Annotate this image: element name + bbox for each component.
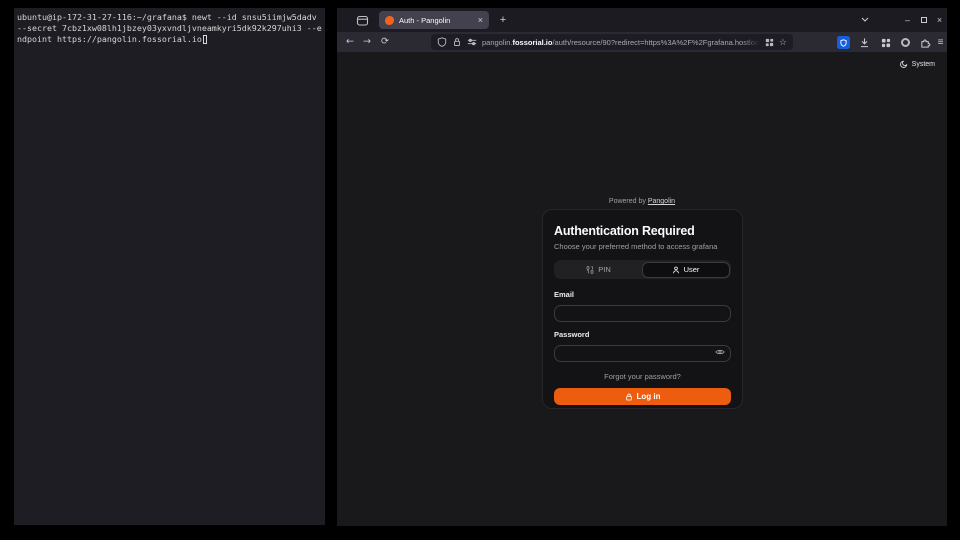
tab-user-label: User [684,265,700,274]
maximize-icon [921,17,927,23]
url-fade [742,38,760,47]
downloads-icon[interactable] [858,36,871,49]
extensions-grid-icon[interactable] [879,36,892,49]
url-text: pangolin.fossorial.io/auth/resource/90?r… [482,38,760,47]
forgot-password-link[interactable]: Forgot your password? [554,372,731,381]
tracking-protection-shield-icon[interactable] [437,37,447,47]
window-close-button[interactable]: × [932,12,947,28]
password-label: Password [554,330,731,339]
bookmark-star-icon[interactable]: ☆ [779,37,787,48]
powered-by: Powered by Pangolin [337,198,947,205]
desktop: ubuntu@ip-172-31-27-116:~/grafana$ newt … [0,0,960,540]
tab-list-chevron-icon[interactable] [861,12,876,28]
login-lock-icon [625,393,633,401]
extension-circle-icon[interactable] [899,36,912,49]
email-field[interactable] [554,305,731,322]
new-tab-button[interactable]: + [495,12,511,28]
login-button[interactable]: Log in [554,388,731,405]
https-lock-icon[interactable] [452,37,462,47]
user-icon [672,266,680,274]
moon-icon [900,60,908,68]
window-maximize-button[interactable] [916,12,931,28]
pangolin-favicon-icon [385,16,394,25]
url-bar[interactable]: pangolin.fossorial.io/auth/resource/90?r… [431,34,793,50]
container-grid-icon[interactable] [765,38,774,47]
email-field-wrap [554,303,731,322]
tab-user[interactable]: User [642,262,730,278]
url-path: /auth/resource/90?redirect=https%3A%2F%2… [552,38,759,47]
browser-window: Auth - Pangolin × + – × ← → ⟳ [337,8,947,526]
terminal-line: ndpoint https://pangolin.fossorial.io [17,34,322,45]
app-menu-icon[interactable]: ≡ [934,36,947,49]
back-button[interactable]: ← [343,34,357,50]
show-password-eye-icon[interactable] [715,347,725,357]
auth-page: System Powered by Pangolin Authenticatio… [337,52,947,526]
site-permissions-icon[interactable] [467,37,477,47]
terminal-line: ubuntu@ip-172-31-27-116:~/grafana$ newt … [17,12,322,23]
url-host-domain: fossorial.io [512,38,552,47]
browser-tab-auth-pangolin[interactable]: Auth - Pangolin × [379,11,489,29]
tab-title: Auth - Pangolin [399,16,473,25]
theme-toggle-label: System [912,61,935,68]
password-field[interactable] [554,345,731,362]
card-subtitle: Choose your preferred method to access g… [554,242,731,251]
terminal-window[interactable]: ubuntu@ip-172-31-27-116:~/grafana$ newt … [14,8,325,525]
ring-icon [901,38,910,47]
auth-card: Authentication Required Choose your pref… [542,209,743,409]
auth-method-tabs: PIN User [554,260,731,279]
forward-button[interactable]: → [360,34,374,50]
tab-close-icon[interactable]: × [478,16,483,25]
terminal-line: --secret 7cbz1xw08lh1jbzey03yxvndljvneam… [17,23,322,34]
puzzle-extensions-icon[interactable] [919,36,932,49]
bitwarden-extension-icon[interactable] [837,36,850,49]
tab-pin[interactable]: PIN [556,262,642,278]
window-minimize-button[interactable]: – [900,12,915,28]
url-host-prefix: pangolin. [482,38,512,47]
email-label: Email [554,290,731,299]
firefox-view-icon[interactable] [356,14,369,27]
pangolin-link[interactable]: Pangolin [648,198,675,205]
terminal-cursor [203,35,208,44]
terminal-line-text: ndpoint https://pangolin.fossorial.io [17,34,202,44]
tab-pin-label: PIN [598,265,611,274]
browser-toolbar: ← → ⟳ [337,32,947,52]
password-field-wrap [554,343,731,362]
login-button-label: Log in [637,392,661,401]
reload-button[interactable]: ⟳ [378,34,392,50]
powered-by-text: Powered by [609,198,646,205]
theme-toggle-button[interactable]: System [900,60,935,68]
browser-tab-bar: Auth - Pangolin × + – × [337,8,947,32]
card-title: Authentication Required [554,224,731,238]
binary-pin-icon [586,266,594,274]
